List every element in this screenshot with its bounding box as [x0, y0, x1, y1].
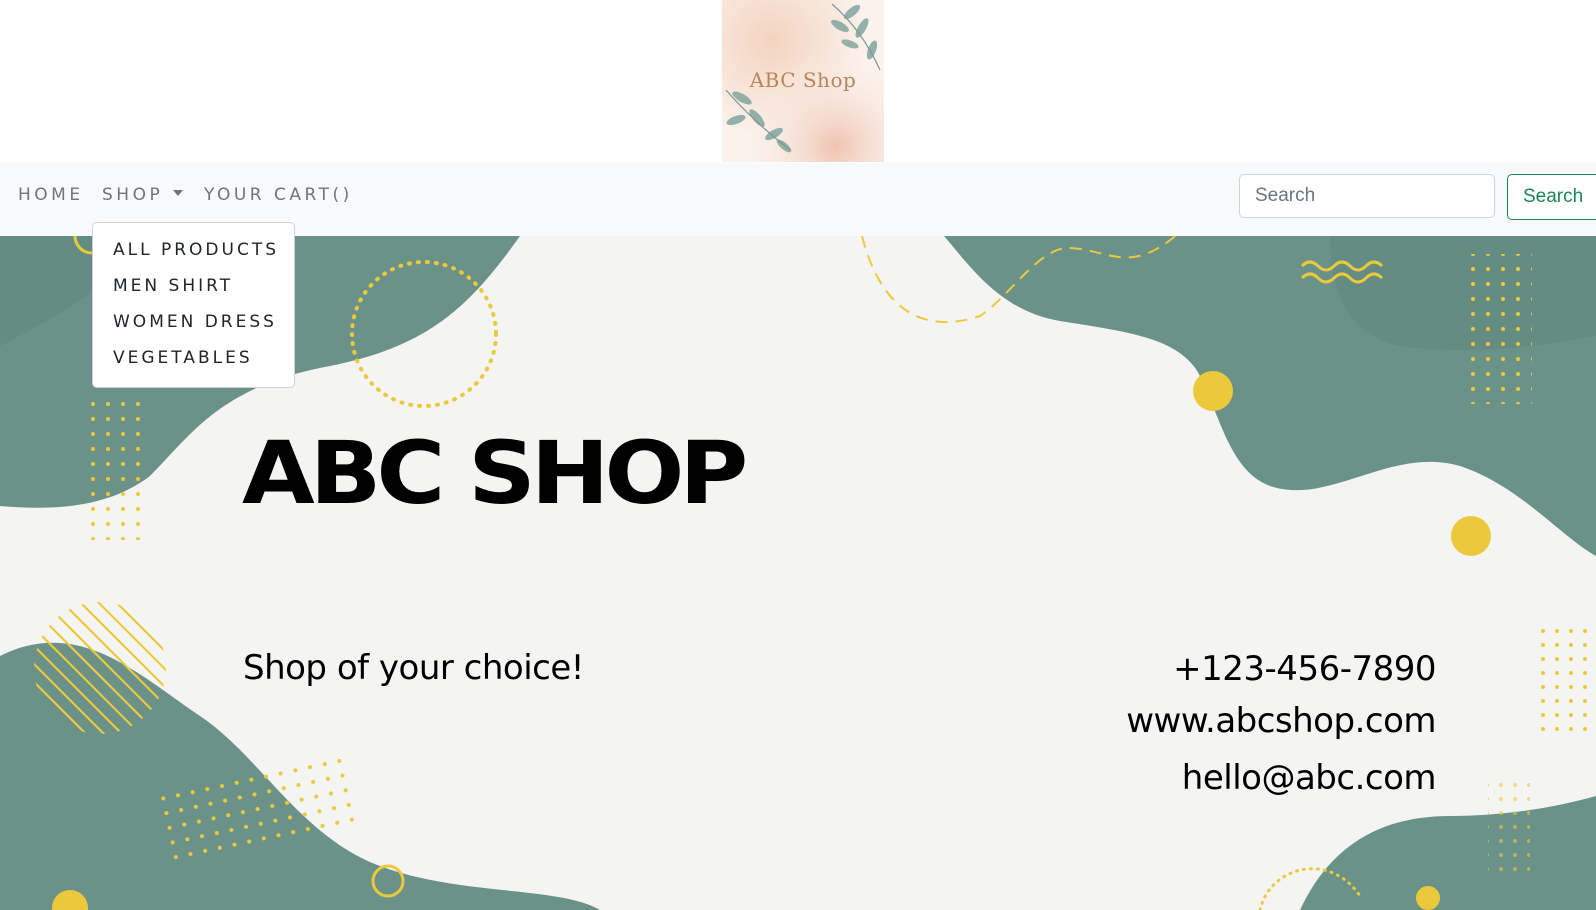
nav-shop-dropdown-toggle[interactable]: SHOP: [102, 185, 184, 205]
contact-website: www.abcshop.com: [1126, 701, 1436, 741]
shop-dropdown-menu: ALL PRODUCTS MEN SHIRT WOMEN DRESS VEGET…: [92, 222, 295, 388]
logo-text: ABC Shop: [749, 68, 857, 92]
nav-shop-label: SHOP: [102, 185, 164, 205]
nav-cart-link[interactable]: YOUR CART(): [204, 185, 353, 205]
contact-phone: +123-456-7890: [1173, 649, 1436, 689]
search-button[interactable]: Search: [1507, 174, 1596, 220]
dropdown-item-vegetables[interactable]: VEGETABLES: [93, 340, 294, 376]
hero-tagline: Shop of your choice!: [243, 648, 584, 688]
search-input[interactable]: [1239, 174, 1495, 218]
hero-title: ABC SHOP: [242, 423, 748, 524]
contact-email: hello@abc.com: [1181, 758, 1437, 798]
nav-home-link[interactable]: HOME: [18, 185, 84, 205]
dropdown-item-all-products[interactable]: ALL PRODUCTS: [93, 232, 294, 268]
shop-logo[interactable]: ABC Shop: [722, 0, 884, 162]
dropdown-item-women-dress[interactable]: WOMEN DRESS: [93, 304, 294, 340]
caret-down-icon: [173, 190, 184, 196]
dropdown-item-men-shirt[interactable]: MEN SHIRT: [93, 268, 294, 304]
